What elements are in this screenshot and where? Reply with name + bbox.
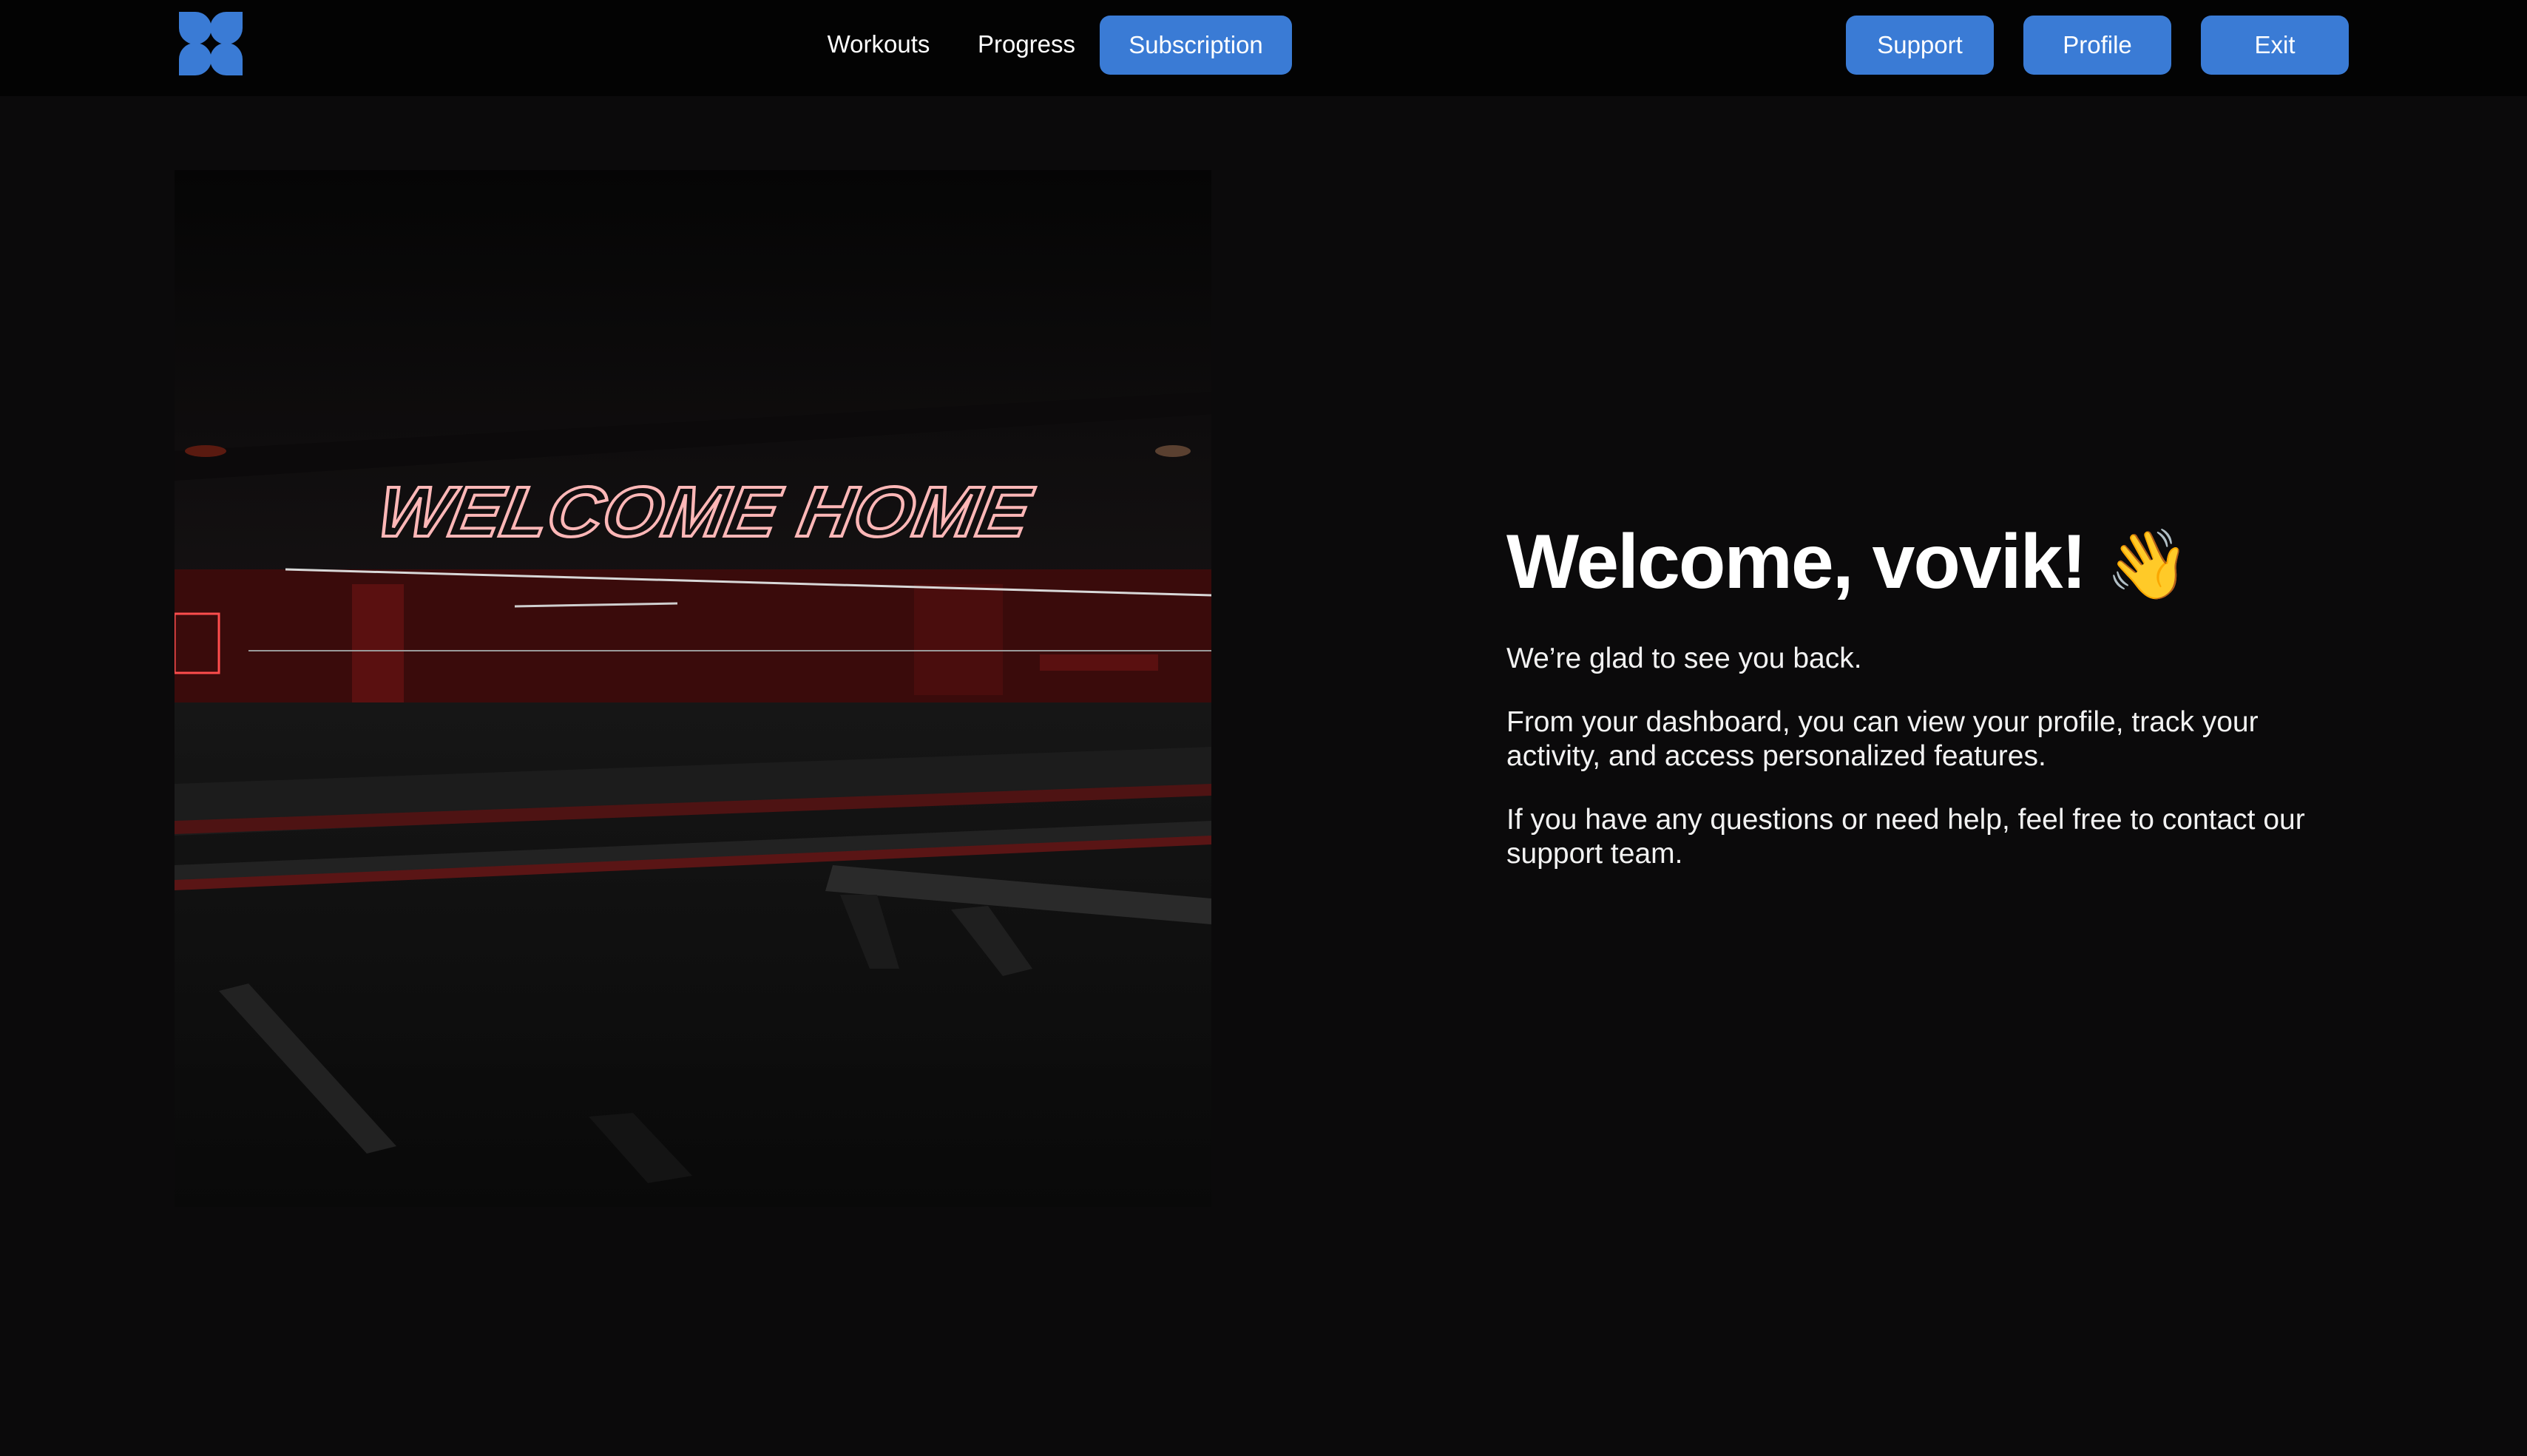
app-logo[interactable] — [176, 9, 246, 78]
profile-button[interactable]: Profile — [2023, 16, 2171, 75]
support-button[interactable]: Support — [1846, 16, 1994, 75]
nav-workouts-link[interactable]: Workouts — [819, 15, 938, 74]
welcome-greeting: Welcome, vovik! — [1506, 519, 2087, 605]
gym-hero-image: WELCOME HOME — [175, 170, 1211, 1207]
support-info-text: If you have any questions or need help, … — [1506, 804, 2305, 870]
gym-photo-icon: WELCOME HOME — [175, 170, 1211, 1207]
hero-sign-text: WELCOME HOME — [371, 472, 1038, 552]
welcome-title: Welcome, vovik! 👋 — [1506, 518, 2357, 609]
waving-hand-icon: 👋 — [2105, 525, 2191, 604]
nav-progress-link[interactable]: Progress — [970, 15, 1083, 74]
clover-logo-icon — [179, 12, 243, 75]
welcome-back-text: We’re glad to see you back. — [1506, 643, 1862, 674]
dashboard-info-text: From your dashboard, you can view your p… — [1506, 706, 2259, 772]
welcome-section: Welcome, vovik! 👋 We’re glad to see you … — [1506, 518, 2357, 871]
top-navigation-bar: Workouts Progress Subscription Support P… — [0, 0, 2527, 96]
subscription-button[interactable]: Subscription — [1100, 16, 1292, 75]
exit-button[interactable]: Exit — [2201, 16, 2349, 75]
